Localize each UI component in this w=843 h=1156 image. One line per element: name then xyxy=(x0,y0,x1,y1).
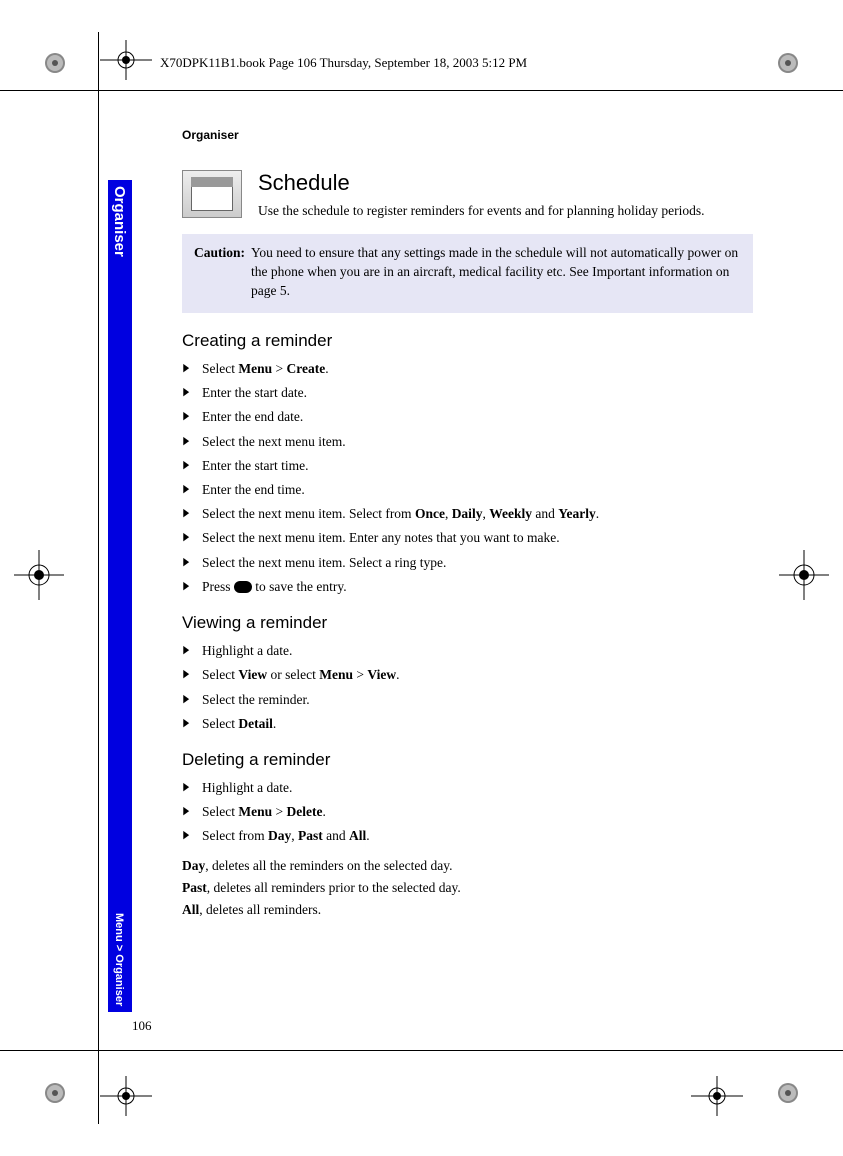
subsection-title: Viewing a reminder xyxy=(182,613,753,633)
step-item: Select Detail. xyxy=(182,712,753,736)
step-item: Select Menu > Delete. xyxy=(182,800,753,824)
side-tab: Organiser Menu > Organiser xyxy=(108,180,132,1012)
softkey-icon xyxy=(234,581,252,593)
page-number: 106 xyxy=(132,1018,152,1034)
paragraph: Day, deletes all the reminders on the se… xyxy=(182,857,753,875)
crop-line-left xyxy=(98,32,99,1124)
step-item: Select the next menu item. Select a ring… xyxy=(182,551,753,575)
step-item: Select from Day, Past and All. xyxy=(182,824,753,848)
running-header: Organiser xyxy=(182,128,753,142)
steps-list: Highlight a date. Select View or select … xyxy=(182,639,753,736)
registration-mark-icon xyxy=(773,48,803,78)
crop-line-bottom xyxy=(0,1050,843,1051)
step-item: Enter the start time. xyxy=(182,454,753,478)
crop-target-icon xyxy=(100,40,152,80)
registration-mark-icon xyxy=(773,1078,803,1108)
step-item: Enter the end time. xyxy=(182,478,753,502)
subsection-title: Creating a reminder xyxy=(182,331,753,351)
crop-target-icon xyxy=(100,1076,152,1116)
side-tab-breadcrumb: Menu > Organiser xyxy=(113,913,125,1006)
step-item: Enter the end date. xyxy=(182,405,753,429)
step-item: Select the next menu item. xyxy=(182,430,753,454)
page-content: Organiser Schedule Use the schedule to r… xyxy=(182,128,753,923)
side-tab-section: Organiser xyxy=(111,186,128,257)
caution-label: Caution: xyxy=(194,244,251,301)
crop-line-top xyxy=(0,90,843,91)
step-item: Highlight a date. xyxy=(182,639,753,663)
calendar-icon xyxy=(182,170,242,218)
caution-box: Caution: You need to ensure that any set… xyxy=(182,234,753,313)
step-item: Enter the start date. xyxy=(182,381,753,405)
page-meta-header: X70DPK11B1.book Page 106 Thursday, Septe… xyxy=(160,55,527,71)
step-item: Select the reminder. xyxy=(182,688,753,712)
step-item: Select Menu > Create. xyxy=(182,357,753,381)
section-title: Schedule xyxy=(258,170,705,196)
section-intro: Use the schedule to register reminders f… xyxy=(258,202,705,220)
crop-target-icon xyxy=(691,1076,743,1116)
steps-list: Select Menu > Create. Enter the start da… xyxy=(182,357,753,599)
caution-body: You need to ensure that any settings mad… xyxy=(251,244,741,301)
subsection-title: Deleting a reminder xyxy=(182,750,753,770)
step-item: Press to save the entry. xyxy=(182,575,753,599)
crop-target-icon xyxy=(779,550,829,600)
step-item: Select the next menu item. Select from O… xyxy=(182,502,753,526)
step-item: Highlight a date. xyxy=(182,776,753,800)
paragraph: All, deletes all reminders. xyxy=(182,901,753,919)
registration-mark-icon xyxy=(40,1078,70,1108)
paragraph: Past, deletes all reminders prior to the… xyxy=(182,879,753,897)
step-item: Select the next menu item. Enter any not… xyxy=(182,526,753,550)
registration-mark-icon xyxy=(40,48,70,78)
crop-target-icon xyxy=(14,550,64,600)
step-item: Select View or select Menu > View. xyxy=(182,663,753,687)
steps-list: Highlight a date. Select Menu > Delete. … xyxy=(182,776,753,849)
